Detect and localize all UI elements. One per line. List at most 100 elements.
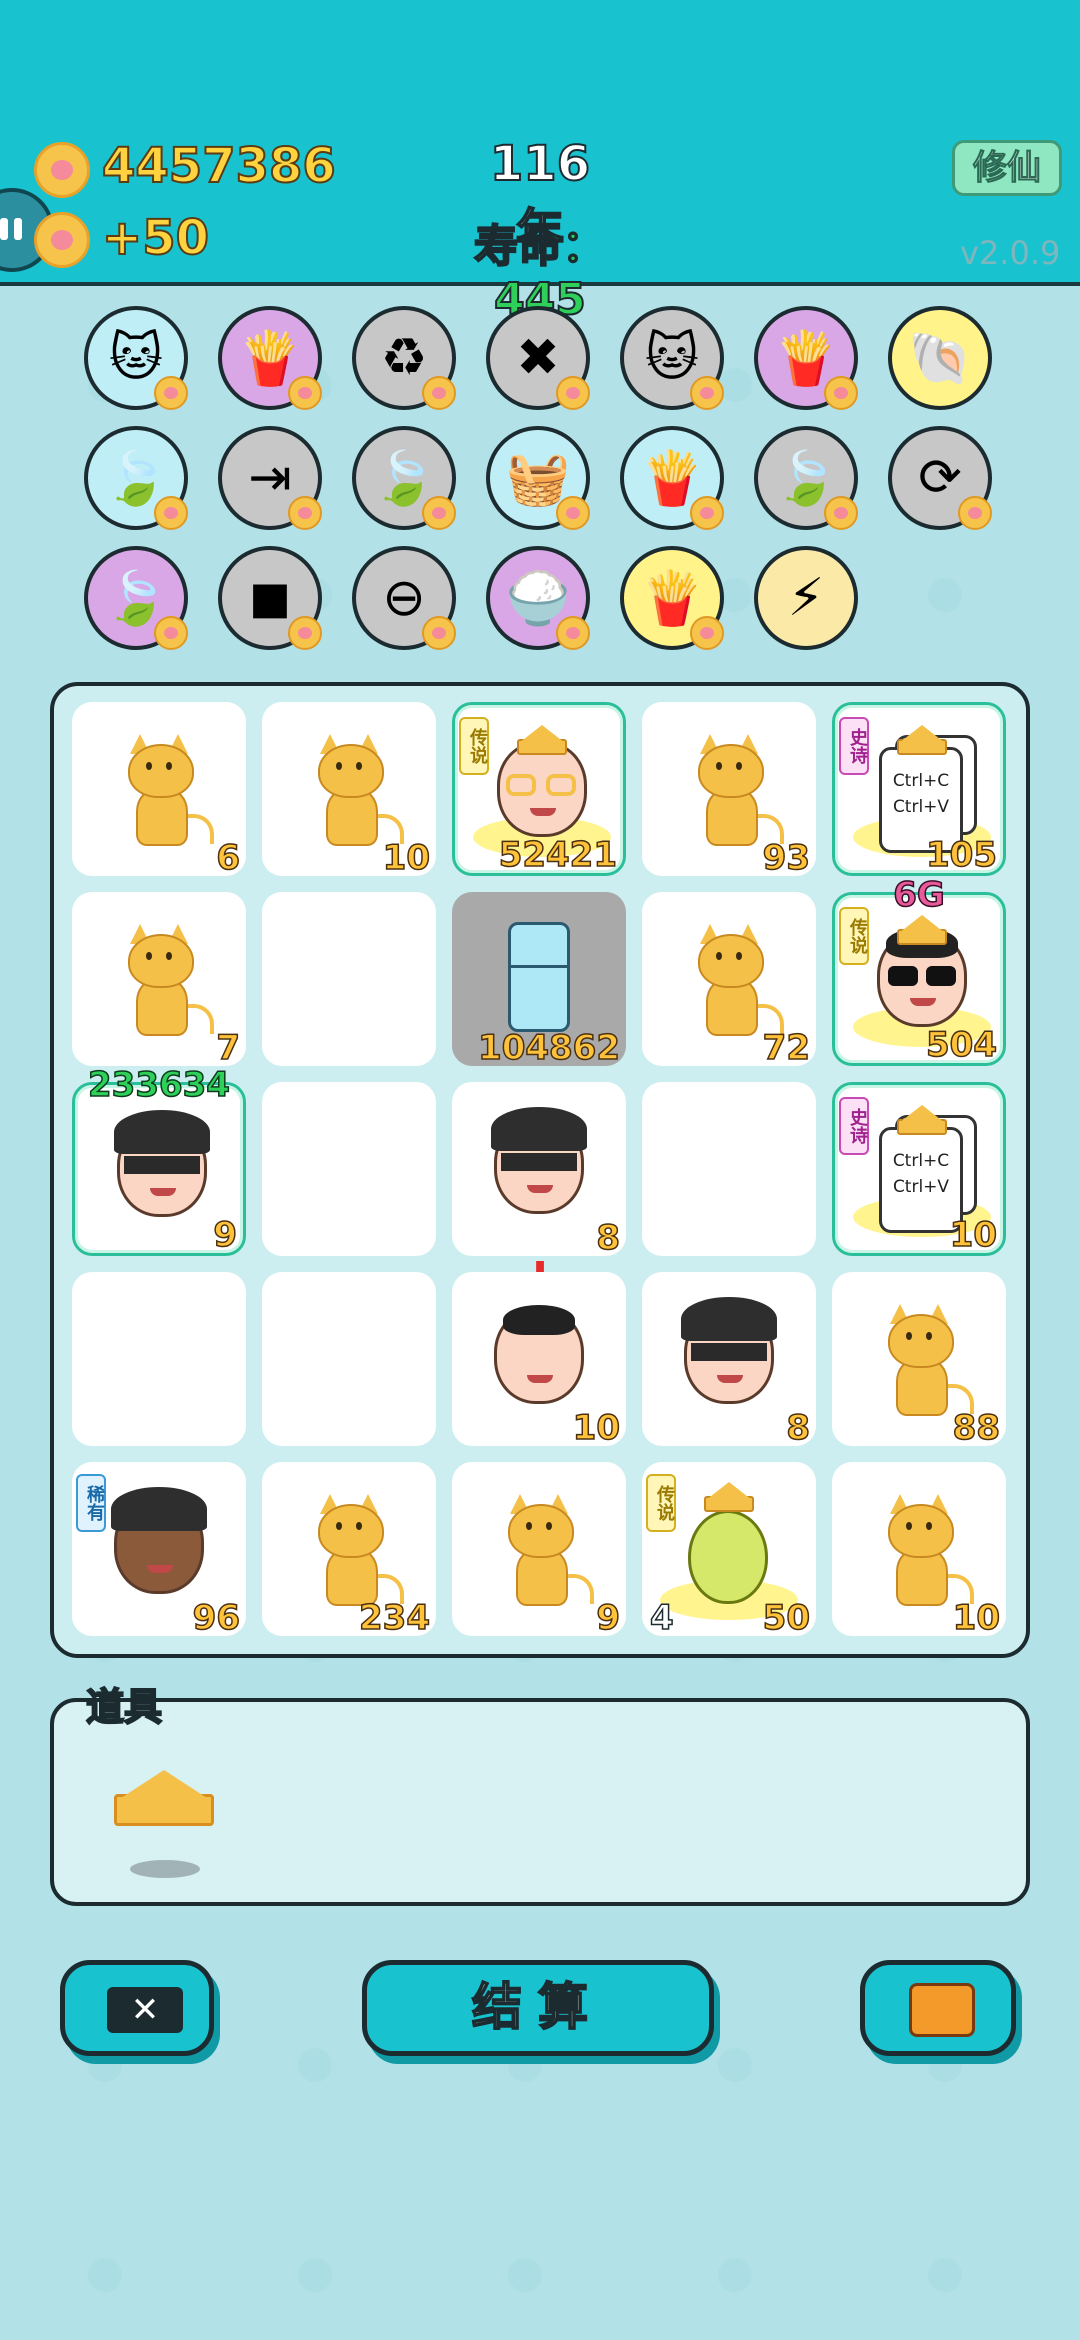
board-cell[interactable] xyxy=(262,892,436,1066)
thief-icon xyxy=(681,1297,777,1404)
board-cell[interactable]: 10 xyxy=(452,1272,626,1449)
board-cell[interactable] xyxy=(72,1272,246,1446)
cell-count: 88 xyxy=(952,1407,1001,1449)
cat-icon xyxy=(874,1302,974,1416)
minus-icon[interactable]: ⊖ xyxy=(352,546,456,650)
card-line: Ctrl+V xyxy=(892,797,950,817)
cat-part xyxy=(526,1522,532,1530)
hat-icon xyxy=(111,1487,207,1531)
leaf-icon[interactable]: 🍃 xyxy=(754,426,858,530)
rarity-tag: 史诗 xyxy=(839,717,869,775)
board-cell[interactable]: 7 xyxy=(72,892,246,1069)
version-label: v2.0.9 xyxy=(960,234,1061,272)
board-cell[interactable]: 传说 4 50 xyxy=(642,1462,816,1639)
rarity-tag: 传说 xyxy=(459,717,489,775)
cat-pair-icon[interactable]: 🐱 xyxy=(620,306,724,410)
cat-part xyxy=(336,1522,342,1530)
left-count: 4 xyxy=(649,1597,674,1639)
skip-icon[interactable]: ⇥ xyxy=(218,426,322,530)
crown-icon[interactable] xyxy=(114,1770,214,1826)
remove-button[interactable]: ✕ xyxy=(60,1960,214,2056)
cell-count: 93 xyxy=(762,837,811,879)
cat-part xyxy=(356,1522,362,1530)
cat-icon xyxy=(684,732,784,846)
settle-button[interactable]: 结算 xyxy=(362,1960,714,2056)
heart-badge-icon xyxy=(154,616,188,650)
cat-icon xyxy=(494,1492,594,1606)
shell-icon[interactable]: 🐚 xyxy=(888,306,992,410)
board-cell[interactable]: Ctrl+C Ctrl+V 史诗 10 xyxy=(832,1082,1006,1256)
cat-part xyxy=(888,1314,954,1368)
board-cell[interactable]: 72 xyxy=(642,892,816,1069)
recycle-icon[interactable]: ♻ xyxy=(352,306,456,410)
board-cell[interactable]: 88 xyxy=(832,1272,1006,1449)
fries-icon[interactable]: 🍟 xyxy=(620,426,724,530)
cat-icon[interactable]: 🐱 xyxy=(84,306,188,410)
board-cell[interactable]: 稀有 96 xyxy=(72,1462,246,1639)
mouth-icon xyxy=(717,1375,743,1383)
cell-count: 10 xyxy=(952,1597,1001,1639)
heart-badge-icon xyxy=(824,376,858,410)
heart-badge-icon xyxy=(690,496,724,530)
rarity-tag: 稀有 xyxy=(76,1474,106,1532)
board-cell[interactable]: 233634 9 xyxy=(72,1064,246,1256)
cell-count: 9 xyxy=(213,1214,238,1256)
hat-icon xyxy=(491,1107,587,1151)
rice-bowl-icon[interactable]: 🍚 xyxy=(486,546,590,650)
leaf-icon[interactable]: 🍃 xyxy=(84,426,188,530)
fries-icon[interactable]: 🍟 xyxy=(754,306,858,410)
cat-part xyxy=(128,744,194,798)
fries-icon[interactable]: 🍟 xyxy=(218,306,322,410)
heart-badge-icon xyxy=(824,496,858,530)
cultivate-button[interactable]: 修仙 xyxy=(952,140,1062,196)
cell-count: 50 xyxy=(762,1597,811,1639)
mask-icon xyxy=(691,1343,767,1361)
leaf-icon[interactable]: 🍃 xyxy=(84,546,188,650)
heart-badge-icon xyxy=(288,376,322,410)
bonus-number: 6G xyxy=(892,874,945,916)
heart-badge-icon xyxy=(958,496,992,530)
thief-icon xyxy=(114,1110,210,1217)
sunglasses-man-icon xyxy=(877,928,967,1027)
board-cell[interactable]: 传说 6G 504 xyxy=(832,874,1006,1066)
coin-balance: 4457386 xyxy=(101,137,337,195)
fries-icon[interactable]: 🍟 xyxy=(620,546,724,650)
board-cell[interactable] xyxy=(262,1082,436,1256)
board-cell[interactable]: 234 xyxy=(262,1462,436,1639)
man-face-icon xyxy=(494,1305,584,1404)
old-man-icon xyxy=(497,741,587,837)
board-cell[interactable]: 10 xyxy=(262,702,436,879)
board-cell[interactable]: 传说 52421 xyxy=(452,702,626,876)
crown-shadow xyxy=(130,1860,200,1878)
lightning-icon[interactable]: ⚡ xyxy=(754,546,858,650)
cubes-icon[interactable]: ◼ xyxy=(218,546,322,650)
board-cell[interactable]: !8 xyxy=(452,1082,626,1304)
board-cell[interactable] xyxy=(262,1272,436,1446)
cell-count: 6 xyxy=(216,837,241,879)
board-cell[interactable]: 8 xyxy=(642,1272,816,1449)
mouth-icon xyxy=(150,1188,176,1196)
heart-badge-icon xyxy=(154,376,188,410)
board-cell[interactable]: 104862 xyxy=(452,892,626,1069)
heart-badge-icon xyxy=(422,616,456,650)
delete-tag-icon[interactable]: ✖ xyxy=(486,306,590,410)
cat-part xyxy=(166,952,172,960)
board-cell[interactable]: 9 xyxy=(452,1462,626,1639)
crown-icon xyxy=(897,915,947,945)
board-cell[interactable] xyxy=(642,1082,816,1256)
board-cell[interactable]: 6 xyxy=(72,702,246,879)
delete-tag-icon: ✕ xyxy=(107,1987,183,2033)
heart-badge-icon xyxy=(690,376,724,410)
leaf-icon[interactable]: 🍃 xyxy=(352,426,456,530)
heart-badge-icon xyxy=(422,496,456,530)
refresh-icon[interactable]: ⟳ xyxy=(888,426,992,530)
board-cell[interactable]: 93 xyxy=(642,702,816,879)
fruit-basket-icon[interactable]: 🧺 xyxy=(486,426,590,530)
board-cell[interactable]: Ctrl+C Ctrl+V 史诗 105 xyxy=(832,702,1006,876)
crown-icon xyxy=(897,725,947,755)
mouth-icon xyxy=(147,1565,173,1573)
board-cell[interactable]: 10 xyxy=(832,1462,1006,1639)
briefcase-icon xyxy=(909,1983,975,2037)
cell-count: 96 xyxy=(192,1597,241,1639)
bag-button[interactable] xyxy=(860,1960,1016,2056)
